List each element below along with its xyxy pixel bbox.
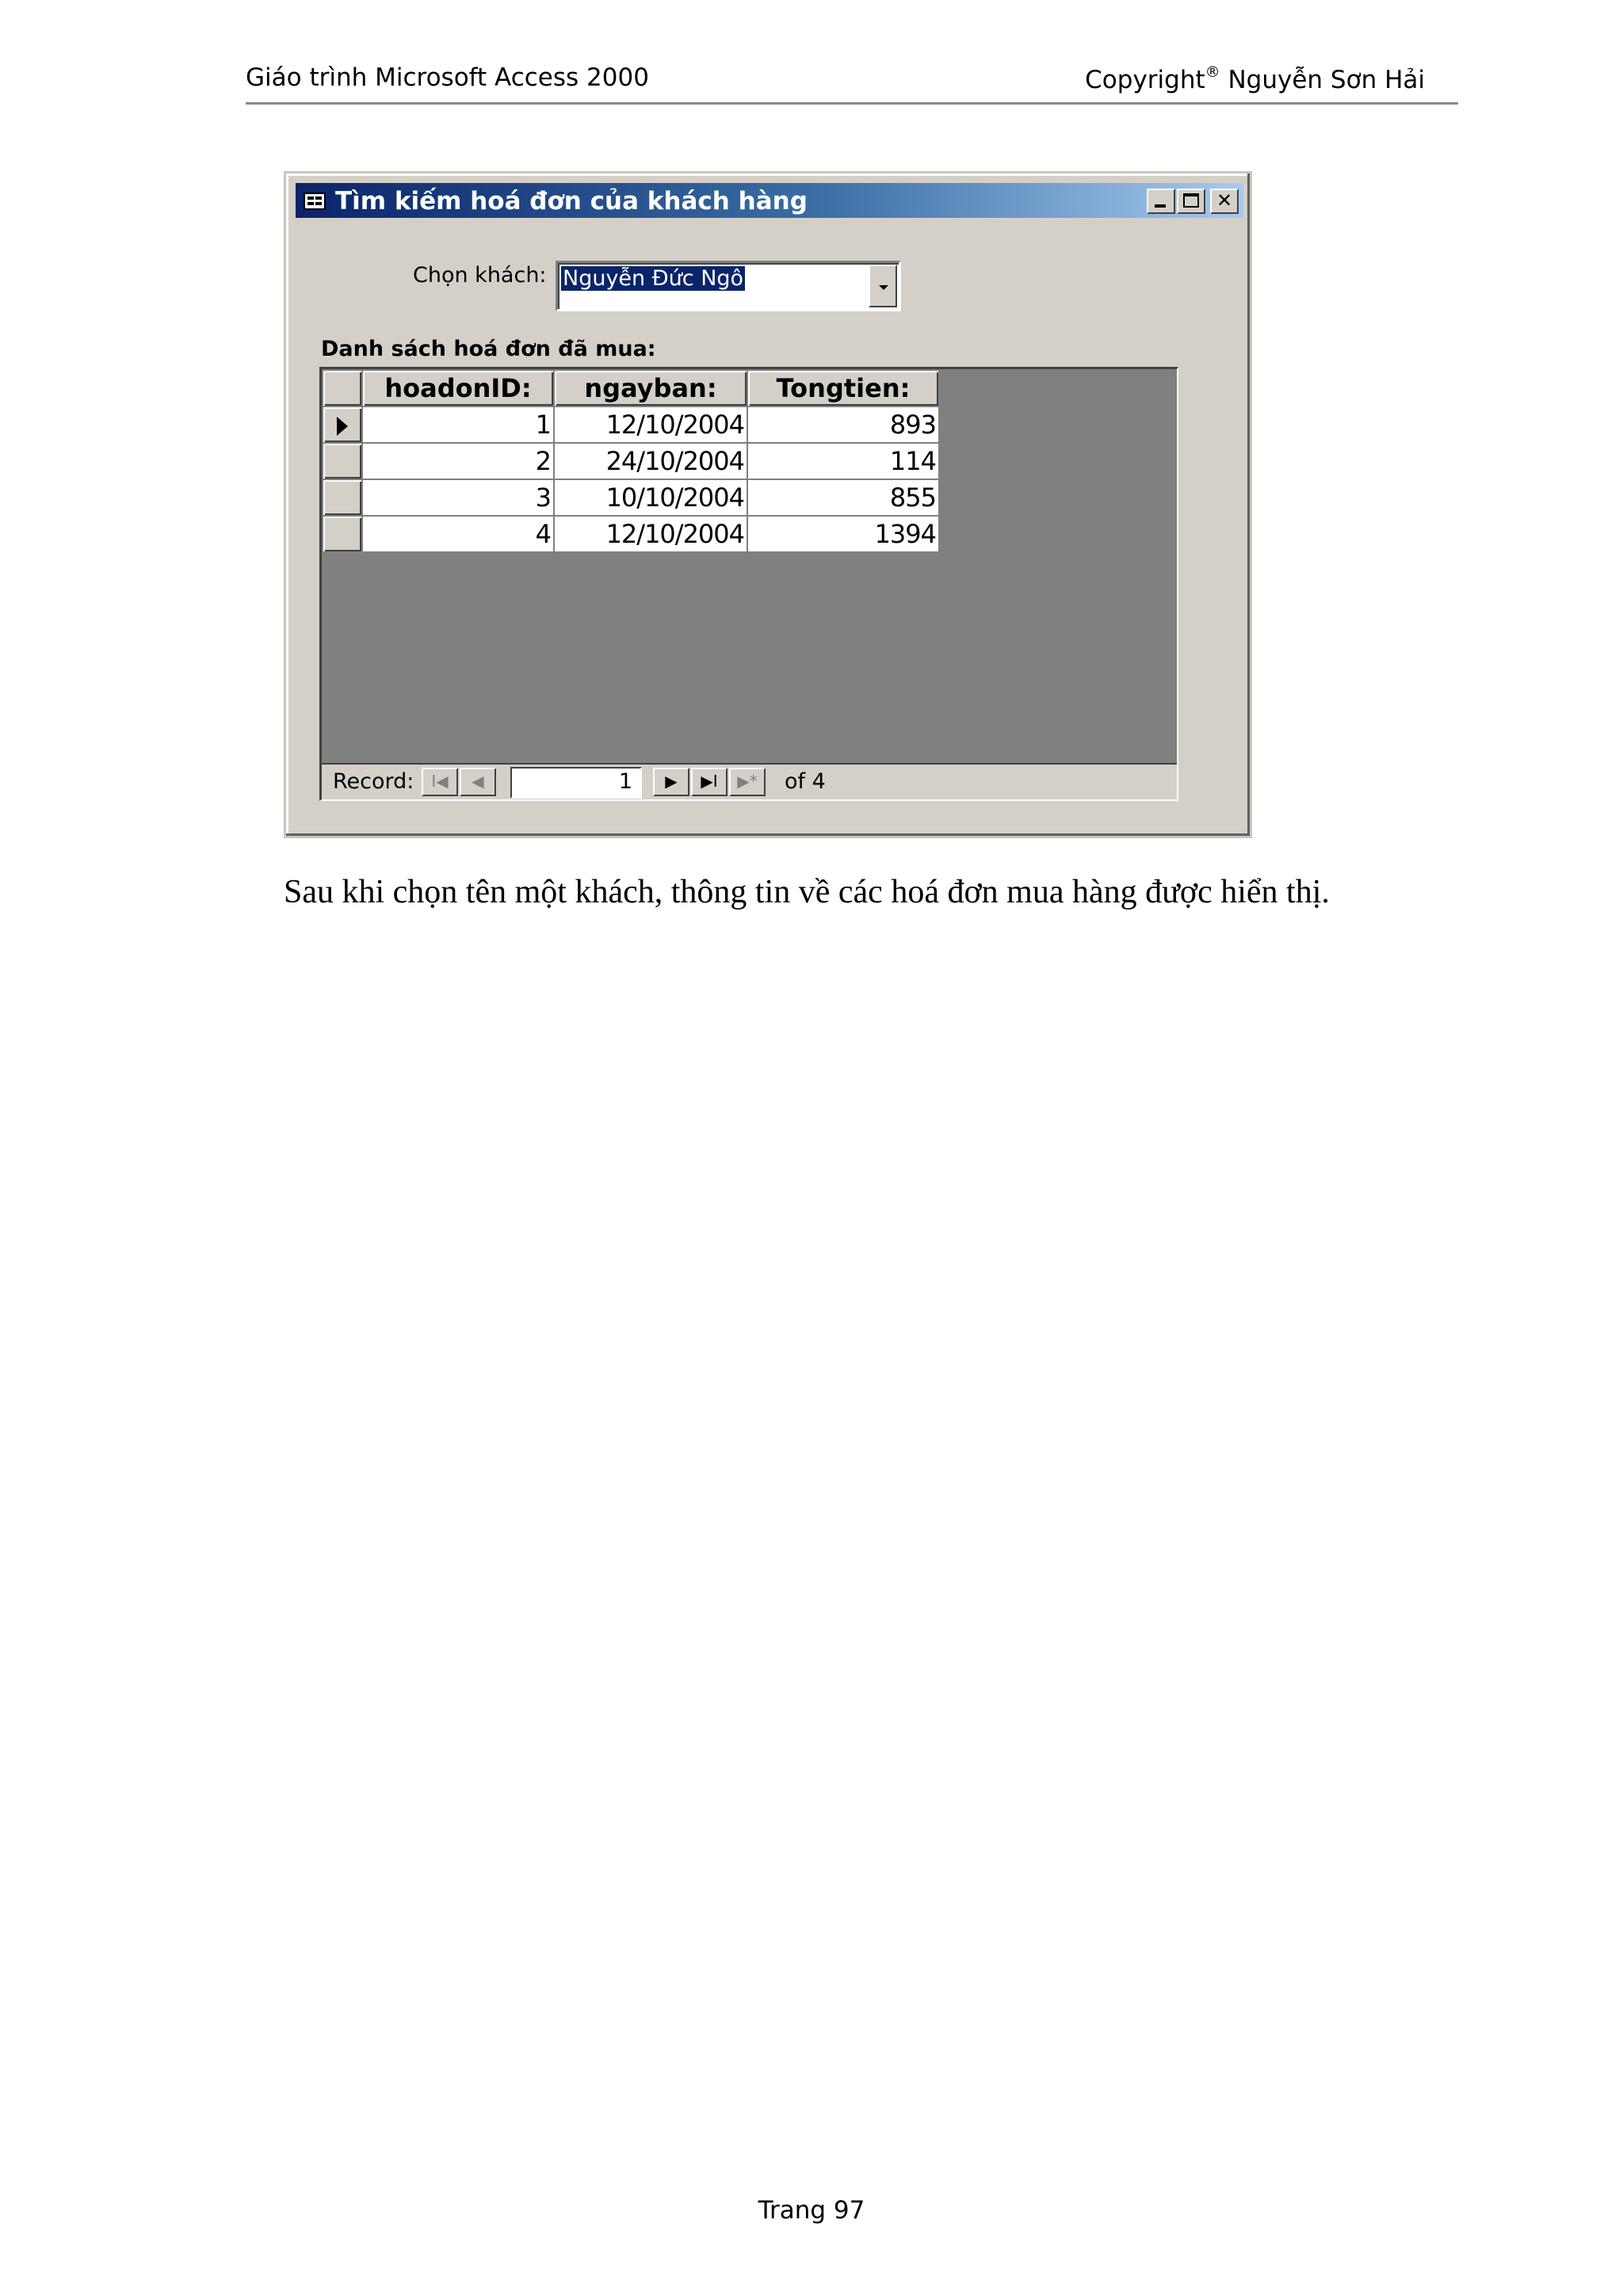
- cell-ngayban[interactable]: 12/10/2004: [553, 515, 748, 553]
- column-header-hoadonid[interactable]: hoadonID:: [361, 369, 555, 407]
- customer-selected-value[interactable]: Nguyễn Đức Ngô: [561, 266, 746, 291]
- cell-ngayban[interactable]: 12/10/2004: [553, 406, 748, 444]
- new-record-button[interactable]: ▶*: [729, 768, 766, 796]
- maximize-icon: [1183, 193, 1199, 208]
- record-selector[interactable]: [322, 515, 363, 553]
- next-record-button[interactable]: ▶: [653, 768, 689, 796]
- cell-tongtien[interactable]: 893: [747, 406, 940, 444]
- close-button[interactable]: ✕: [1210, 189, 1239, 214]
- dropdown-arrow-icon[interactable]: [869, 265, 897, 307]
- record-count: of 4: [785, 769, 826, 794]
- close-icon: ✕: [1216, 189, 1233, 212]
- cell-hoadonid[interactable]: 2: [361, 442, 555, 480]
- record-selector[interactable]: [322, 479, 363, 517]
- previous-record-button[interactable]: ◀: [460, 768, 496, 796]
- body-paragraph: Sau khi chọn tên một khách, thông tin về…: [284, 874, 1330, 910]
- record-label: Record:: [333, 769, 414, 794]
- customer-label: Chọn khách:: [413, 263, 547, 288]
- current-record-icon: [337, 417, 348, 436]
- minimize-button[interactable]: [1147, 189, 1175, 214]
- first-record-button[interactable]: I◀: [422, 768, 458, 796]
- cell-hoadonid[interactable]: 4: [361, 515, 555, 553]
- column-header-tongtien[interactable]: Tongtien:: [747, 369, 940, 407]
- current-record-field[interactable]: 1: [510, 767, 642, 799]
- select-all-cell[interactable]: [322, 369, 363, 407]
- invoice-list-label: Danh sách hoá đơn đã mua:: [321, 337, 656, 361]
- table-row[interactable]: 1 12/10/2004 893: [322, 406, 940, 444]
- grid-header-row: hoadonID: ngayban: Tongtien:: [322, 369, 940, 407]
- customer-combobox[interactable]: Nguyễn Đức Ngô: [556, 261, 901, 311]
- record-selector[interactable]: [322, 442, 363, 480]
- cell-ngayban[interactable]: 10/10/2004: [553, 479, 748, 517]
- table-row[interactable]: 4 12/10/2004 1394: [322, 515, 940, 553]
- form-icon: [304, 193, 326, 210]
- cell-tongtien[interactable]: 855: [747, 479, 940, 517]
- access-form-window: Tìm kiếm hoá đơn của khách hàng ✕ Chọn k…: [284, 171, 1252, 838]
- table-row[interactable]: 2 24/10/2004 114: [322, 442, 940, 480]
- minimize-icon: [1155, 204, 1166, 208]
- column-header-ngayban[interactable]: ngayban:: [553, 369, 748, 407]
- page-header: Giáo trình Microsoft Access 2000 Copyrig…: [246, 63, 1458, 105]
- maximize-button[interactable]: [1177, 189, 1205, 214]
- cell-hoadonid[interactable]: 3: [361, 479, 555, 517]
- invoice-grid: hoadonID: ngayban: Tongtien: 1 12/10/200…: [322, 369, 940, 553]
- cell-hoadonid[interactable]: 1: [361, 406, 555, 444]
- page-number: Trang 97: [758, 2196, 865, 2225]
- header-copyright: Copyright® Nguyễn Sơn Hải: [1085, 63, 1425, 94]
- cell-tongtien[interactable]: 114: [747, 442, 940, 480]
- table-row[interactable]: 3 10/10/2004 855: [322, 479, 940, 517]
- record-selector[interactable]: [322, 406, 363, 444]
- cell-ngayban[interactable]: 24/10/2004: [553, 442, 748, 480]
- window-title: Tìm kiếm hoá đơn của khách hàng: [335, 187, 808, 215]
- record-navigator: Record: I◀ ◀ 1 ▶ ▶I ▶* of 4: [322, 763, 1177, 799]
- cell-tongtien[interactable]: 1394: [747, 515, 940, 553]
- last-record-button[interactable]: ▶I: [691, 768, 727, 796]
- header-book-title: Giáo trình Microsoft Access 2000: [246, 63, 649, 92]
- window-titlebar[interactable]: Tìm kiếm hoá đơn của khách hàng ✕: [296, 183, 1243, 218]
- invoice-datasheet: hoadonID: ngayban: Tongtien: 1 12/10/200…: [319, 367, 1178, 801]
